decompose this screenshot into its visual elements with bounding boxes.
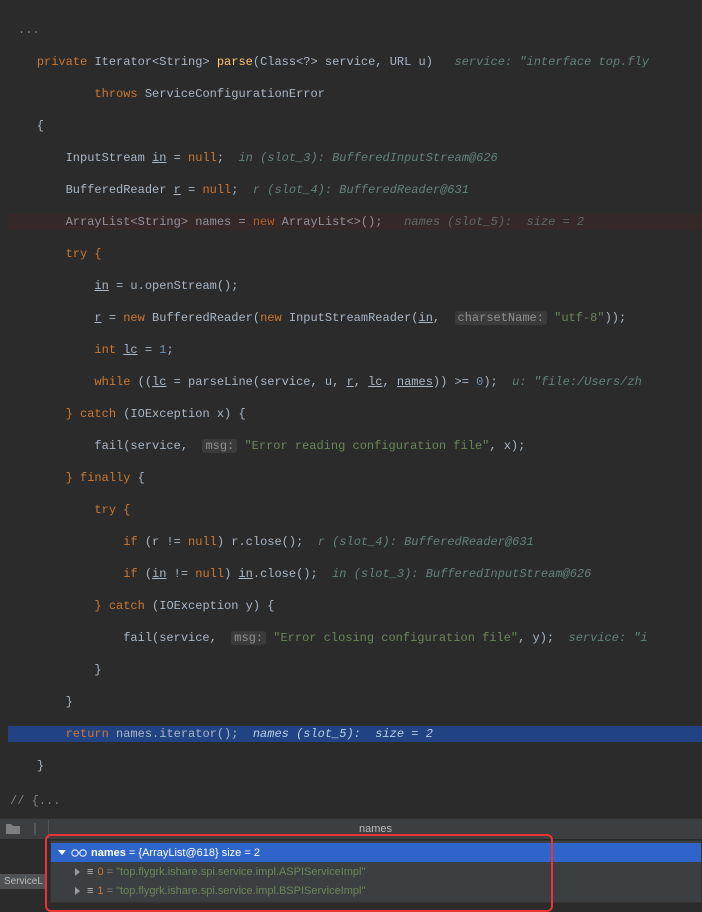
kw-try: try {	[94, 503, 130, 517]
code-editor[interactable]: ... private Iterator<String> parse(Class…	[0, 0, 702, 790]
var-name: names	[91, 847, 126, 859]
value: "top.flygrk.ishare.spi.service.impl.ASPI…	[116, 866, 365, 878]
inline-hint: service: "i	[569, 631, 648, 645]
kw-throws: throws	[94, 87, 137, 101]
inline-hint: r (slot_4): BufferedReader@631	[318, 535, 534, 549]
inline-hint: names (slot_5): size = 2	[253, 727, 433, 741]
param-hint: charsetName:	[455, 311, 547, 325]
inline-hint: service: "interface top.fly	[455, 55, 649, 69]
inline-hint: u: "file:/Users/zh	[512, 375, 642, 389]
value: "top.flygrk.ishare.spi.service.impl.BSPI…	[116, 885, 365, 897]
separator-icon	[26, 821, 44, 837]
ret-type: Iterator<String>	[94, 55, 209, 69]
chevron-down-icon[interactable]	[57, 848, 67, 858]
side-tab-label: ServiceL	[0, 874, 47, 889]
debug-tree-item[interactable]: ≡ 1 = "top.flygrk.ishare.spi.service.imp…	[51, 881, 701, 900]
var: in	[94, 279, 108, 293]
index: 0	[97, 866, 103, 878]
execution-line: return names.iterator(); names (slot_5):…	[8, 726, 702, 742]
decl: ArrayList<String> names =	[66, 215, 253, 229]
exc-type: ServiceConfigurationError	[145, 87, 325, 101]
debug-tree-item[interactable]: ≡ 0 = "top.flygrk.ishare.spi.service.imp…	[51, 862, 701, 881]
string: "Error closing configuration file"	[273, 631, 518, 645]
watch-icon	[71, 848, 87, 858]
inline-hint: in (slot_3): BufferedInputStream@626	[332, 567, 591, 581]
comment-fold: // {...	[0, 790, 702, 810]
chevron-right-icon[interactable]	[73, 867, 83, 877]
index: 1	[97, 885, 103, 897]
type: InputStream	[66, 151, 152, 165]
var: lc	[123, 343, 137, 357]
string: "Error reading configuration file"	[244, 439, 489, 453]
column-header: names	[48, 820, 702, 838]
string: "utf-8"	[554, 311, 604, 325]
inline-hint: r (slot_4): BufferedReader@631	[253, 183, 469, 197]
type: BufferedReader	[66, 183, 174, 197]
var: r	[94, 311, 101, 325]
param-hint: msg:	[231, 631, 266, 645]
var: r	[174, 183, 181, 197]
folder-icon[interactable]	[4, 821, 22, 837]
params: (Class<?> service, URL u)	[253, 55, 433, 69]
panel-header: names	[0, 818, 702, 840]
inline-hint: in (slot_3): BufferedInputStream@626	[238, 151, 497, 165]
debug-variables-panel[interactable]: names = {ArrayList@618} size = 2 ≡ 0 = "…	[50, 840, 702, 903]
chevron-right-icon[interactable]	[73, 886, 83, 896]
kw-private: private	[37, 55, 87, 69]
kw-try: try {	[66, 247, 102, 261]
var-value: = {ArrayList@618} size = 2	[129, 847, 260, 859]
debug-tree-root[interactable]: names = {ArrayList@618} size = 2	[51, 843, 701, 862]
var: in	[152, 151, 166, 165]
inline-hint: names (slot_5): size = 2	[404, 215, 584, 229]
method-name: parse	[217, 55, 253, 69]
param-hint: msg:	[202, 439, 237, 453]
side-tab[interactable]: ServiceL	[0, 840, 50, 903]
